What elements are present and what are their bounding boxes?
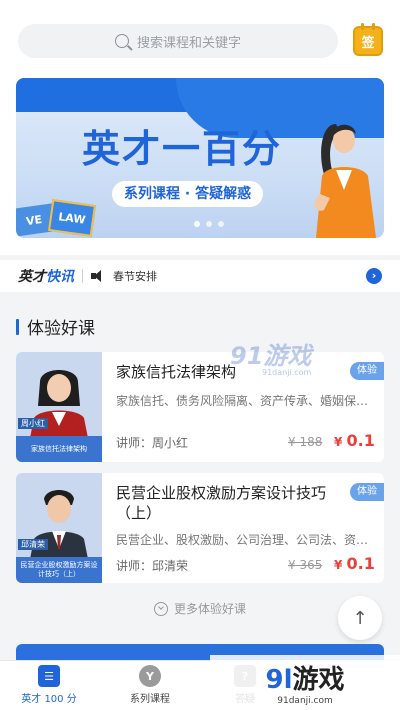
tab-series[interactable]: Y 系列课程 — [105, 665, 195, 705]
bulb-icon: Y — [139, 665, 161, 687]
more-courses-label: 更多体验好课 — [173, 602, 246, 616]
woman-illustration — [314, 124, 376, 238]
law-book-illustration: LAW — [47, 199, 97, 237]
banner-title: 英才一百分 — [82, 127, 283, 171]
corner-watermark: 9l游戏 91danji.com — [210, 655, 400, 710]
course-tags: 家族信托、债务风险隔离、资产传承、婚姻保护... — [116, 394, 378, 408]
section-accent-bar — [16, 318, 19, 335]
carousel-dots[interactable] — [194, 221, 224, 227]
course-title: 民营企业股权激励方案设计技巧（上） — [116, 484, 327, 522]
promo-banner[interactable]: 英才一百分 系列课程 · 答疑解惑 VE LAW — [16, 78, 384, 238]
sign-label: 签 — [361, 35, 375, 51]
watermark-logo: 91游戏 — [230, 342, 312, 370]
news-ticker[interactable]: 英才快讯 春节安排 › — [0, 260, 400, 292]
sale-price: ¥ 0.1 — [334, 431, 375, 450]
course-thumbnail: 周小红 家族信托法律架构 — [16, 352, 102, 462]
tab-label: 英才 100 分 — [21, 694, 77, 705]
original-price: ¥ 188 — [288, 435, 323, 449]
trial-badge: 体验 — [350, 483, 384, 501]
banner-subtitle: 系列课程 · 答疑解惑 — [112, 181, 264, 207]
news-logo: 英才快讯 — [18, 269, 74, 285]
back-to-top-button[interactable]: ↑ — [338, 596, 382, 640]
watermark-url: 91danji.com — [277, 696, 333, 706]
tab-label: 系列课程 — [130, 694, 170, 705]
thumbnail-caption: 民营企业股权激励方案设计技巧（上） — [16, 557, 102, 583]
calendar-sign-icon[interactable]: 签 — [353, 23, 383, 56]
course-teacher: 讲师：周小红 — [116, 436, 189, 450]
speaker-icon — [91, 270, 105, 282]
trial-badge: 体验 — [350, 362, 384, 380]
search-placeholder: 搜索课程和关键字 — [136, 35, 241, 51]
course-card[interactable]: 周小红 家族信托法律架构 家族信托法律架构 家族信托、债务风险隔离、资产传承、婚… — [16, 352, 384, 462]
carousel-dot[interactable] — [194, 221, 200, 227]
watermark-logo: 9l游戏 — [265, 665, 345, 695]
watermark-url: 91danji.com — [262, 368, 312, 377]
teacher-name-tag: 邱清荣 — [18, 539, 48, 550]
teacher-name-tag: 周小红 — [18, 418, 48, 429]
section-title: 体验好课 — [27, 319, 95, 339]
course-teacher: 讲师：邱清荣 — [116, 559, 189, 573]
course-thumbnail: 邱清荣 民营企业股权激励方案设计技巧（上） — [16, 473, 102, 583]
sale-price: ¥ 0.1 — [334, 554, 375, 573]
search-bar[interactable]: 搜索课程和关键字 — [18, 24, 338, 58]
original-price: ¥ 365 — [288, 558, 323, 572]
tab-home[interactable]: ☰ 英才 100 分 — [4, 665, 94, 705]
divider — [82, 269, 83, 283]
thumbnail-caption: 家族信托法律架构 — [16, 436, 102, 462]
chevron-right-icon[interactable]: › — [366, 268, 382, 284]
chevron-down-circle-icon — [153, 601, 168, 616]
carousel-dot[interactable] — [218, 221, 224, 227]
section-header: 体验好课 — [16, 314, 95, 339]
home-book-icon: ☰ — [38, 665, 60, 687]
course-card[interactable]: 邱清荣 民营企业股权激励方案设计技巧（上） 民营企业股权激励方案设计技巧（上） … — [16, 473, 384, 583]
carousel-dot[interactable] — [206, 221, 212, 227]
arrow-up-icon: ↑ — [352, 607, 368, 629]
course-tags: 民营企业、股权激励、公司治理、公司法、资本... — [116, 533, 378, 547]
news-text: 春节安排 — [113, 270, 157, 283]
search-icon — [114, 34, 129, 48]
